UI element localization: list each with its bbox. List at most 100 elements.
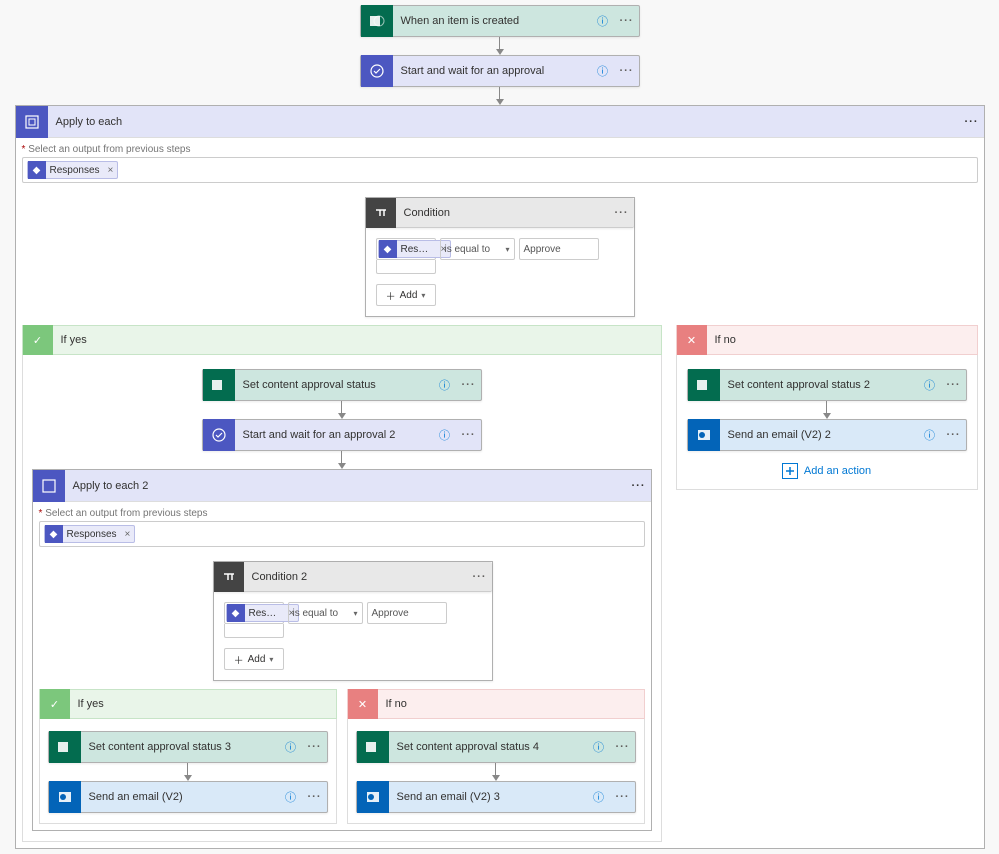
if-yes-branch: ✓ If yes Set content approval status ⓘ ·…: [22, 325, 662, 842]
more-icon[interactable]: ···: [615, 65, 639, 77]
more-icon[interactable]: ···: [615, 15, 639, 27]
more-icon[interactable]: ···: [457, 429, 481, 441]
each2-input[interactable]: ◆ Responses ×: [39, 521, 645, 547]
arrow-icon: [823, 401, 831, 419]
remove-token-icon[interactable]: ×: [121, 529, 135, 540]
info-icon[interactable]: ⓘ: [918, 427, 942, 443]
if-no-2-header[interactable]: ✕ If no: [347, 689, 645, 719]
condition-extra-cell[interactable]: [376, 260, 436, 274]
condition-box: Condition ··· ◆ Respons... × i: [365, 197, 635, 317]
foreach-icon: [16, 106, 48, 138]
plus-box-icon: [782, 463, 798, 479]
more-icon[interactable]: ···: [610, 207, 634, 219]
condition2-extra-cell[interactable]: [224, 624, 284, 638]
responses-token[interactable]: ◆ Responses ×: [27, 161, 119, 179]
more-icon[interactable]: ···: [942, 429, 966, 441]
info-icon[interactable]: ⓘ: [591, 63, 615, 79]
x-icon: ✕: [348, 689, 378, 719]
arrow-icon: [184, 763, 192, 781]
condition-operator[interactable]: is equal to▾: [440, 238, 515, 260]
more-icon[interactable]: ···: [457, 379, 481, 391]
if-yes-header[interactable]: ✓ If yes: [22, 325, 662, 355]
info-icon[interactable]: ⓘ: [587, 739, 611, 755]
set-status-card[interactable]: Set content approval status ⓘ ···: [202, 369, 482, 401]
email-card[interactable]: Send an email (V2) ⓘ ···: [48, 781, 328, 813]
more-icon[interactable]: ···: [611, 741, 635, 753]
apply-to-each-2-header[interactable]: Apply to each 2 ···: [33, 470, 651, 502]
apply-to-each-header[interactable]: Apply to each ···: [16, 106, 984, 138]
approval-icon: [361, 55, 393, 87]
token-icon: ◆: [227, 604, 245, 622]
condition-left[interactable]: ◆ Respons... ×: [376, 238, 436, 260]
chevron-down-icon: ▾: [269, 655, 273, 664]
set-status-4-card[interactable]: Set content approval status 4 ⓘ ···: [356, 731, 636, 763]
more-icon[interactable]: ···: [303, 741, 327, 753]
condition-right[interactable]: Approve: [519, 238, 599, 260]
condition2-right[interactable]: Approve: [367, 602, 447, 624]
info-icon[interactable]: ⓘ: [279, 789, 303, 805]
chevron-down-icon: ▾: [353, 609, 357, 618]
token-icon: ◆: [45, 525, 63, 543]
email-3-card[interactable]: Send an email (V2) 3 ⓘ ···: [356, 781, 636, 813]
add-action-button[interactable]: Add an action: [782, 451, 871, 479]
sharepoint-icon: [688, 369, 720, 401]
arrow-icon: [338, 451, 346, 469]
email-2-card[interactable]: Send an email (V2) 2 ⓘ ···: [687, 419, 967, 451]
info-icon[interactable]: ⓘ: [918, 377, 942, 393]
if-no-2-branch: ✕ If no Set content approval status 4 ⓘ: [347, 689, 645, 824]
more-icon[interactable]: ···: [960, 116, 984, 128]
sharepoint-icon: [357, 731, 389, 763]
each-title: Apply to each: [48, 116, 960, 128]
info-icon[interactable]: ⓘ: [433, 427, 457, 443]
chevron-down-icon: ▾: [505, 245, 509, 254]
condition2-left[interactable]: ◆ Respons... ×: [224, 602, 284, 624]
x-icon: ✕: [677, 325, 707, 355]
outlook-icon: [49, 781, 81, 813]
trigger-card[interactable]: When an item is created ⓘ ···: [360, 5, 640, 37]
approval2-card[interactable]: Start and wait for an approval 2 ⓘ ···: [202, 419, 482, 451]
apply-to-each-2-container: Apply to each 2 ··· * Select an output f…: [32, 469, 652, 831]
condition2-header[interactable]: Condition 2 ···: [214, 562, 492, 592]
if-yes-2-header[interactable]: ✓ If yes: [39, 689, 337, 719]
more-icon[interactable]: ···: [942, 379, 966, 391]
if-no-branch: ✕ If no Set content approval status 2 ⓘ …: [676, 325, 978, 490]
set-status-2-card[interactable]: Set content approval status 2 ⓘ ···: [687, 369, 967, 401]
remove-token-icon[interactable]: ×: [104, 165, 118, 176]
more-icon[interactable]: ···: [468, 571, 492, 583]
sharepoint-icon: [49, 731, 81, 763]
foreach-icon: [33, 470, 65, 502]
arrow-icon: [496, 87, 504, 105]
more-icon[interactable]: ···: [303, 791, 327, 803]
plus-icon: ＋: [386, 288, 396, 303]
responses-token[interactable]: ◆ Responses ×: [44, 525, 136, 543]
each-input[interactable]: ◆ Responses ×: [22, 157, 978, 183]
token-icon: ◆: [28, 161, 46, 179]
info-icon[interactable]: ⓘ: [591, 13, 615, 29]
set-status-3-card[interactable]: Set content approval status 3 ⓘ ···: [48, 731, 328, 763]
info-icon[interactable]: ⓘ: [279, 739, 303, 755]
condition-header[interactable]: Condition ···: [366, 198, 634, 228]
condition-icon: [366, 198, 396, 228]
each-hint: * Select an output from previous steps: [16, 138, 984, 157]
arrow-icon: [496, 37, 504, 55]
add-condition-button[interactable]: ＋Add▾: [376, 284, 436, 306]
approval-icon: [203, 419, 235, 451]
apply-to-each-container: Apply to each ··· * Select an output fro…: [15, 105, 985, 849]
approval-card[interactable]: Start and wait for an approval ⓘ ···: [360, 55, 640, 87]
outlook-icon: [688, 419, 720, 451]
add-condition2-button[interactable]: ＋Add▾: [224, 648, 284, 670]
token-icon: ◆: [379, 240, 397, 258]
info-icon[interactable]: ⓘ: [587, 789, 611, 805]
info-icon[interactable]: ⓘ: [433, 377, 457, 393]
if-yes-2-branch: ✓ If yes Set content approval status 3 ⓘ: [39, 689, 337, 824]
arrow-icon: [492, 763, 500, 781]
if-no-header[interactable]: ✕ If no: [676, 325, 978, 355]
check-icon: ✓: [23, 325, 53, 355]
more-icon[interactable]: ···: [611, 791, 635, 803]
condition2-operator[interactable]: is equal to▾: [288, 602, 363, 624]
approval-title: Start and wait for an approval: [393, 65, 591, 77]
trigger-title: When an item is created: [393, 15, 591, 27]
condition-icon: [214, 562, 244, 592]
plus-icon: ＋: [234, 652, 244, 667]
more-icon[interactable]: ···: [627, 480, 651, 492]
